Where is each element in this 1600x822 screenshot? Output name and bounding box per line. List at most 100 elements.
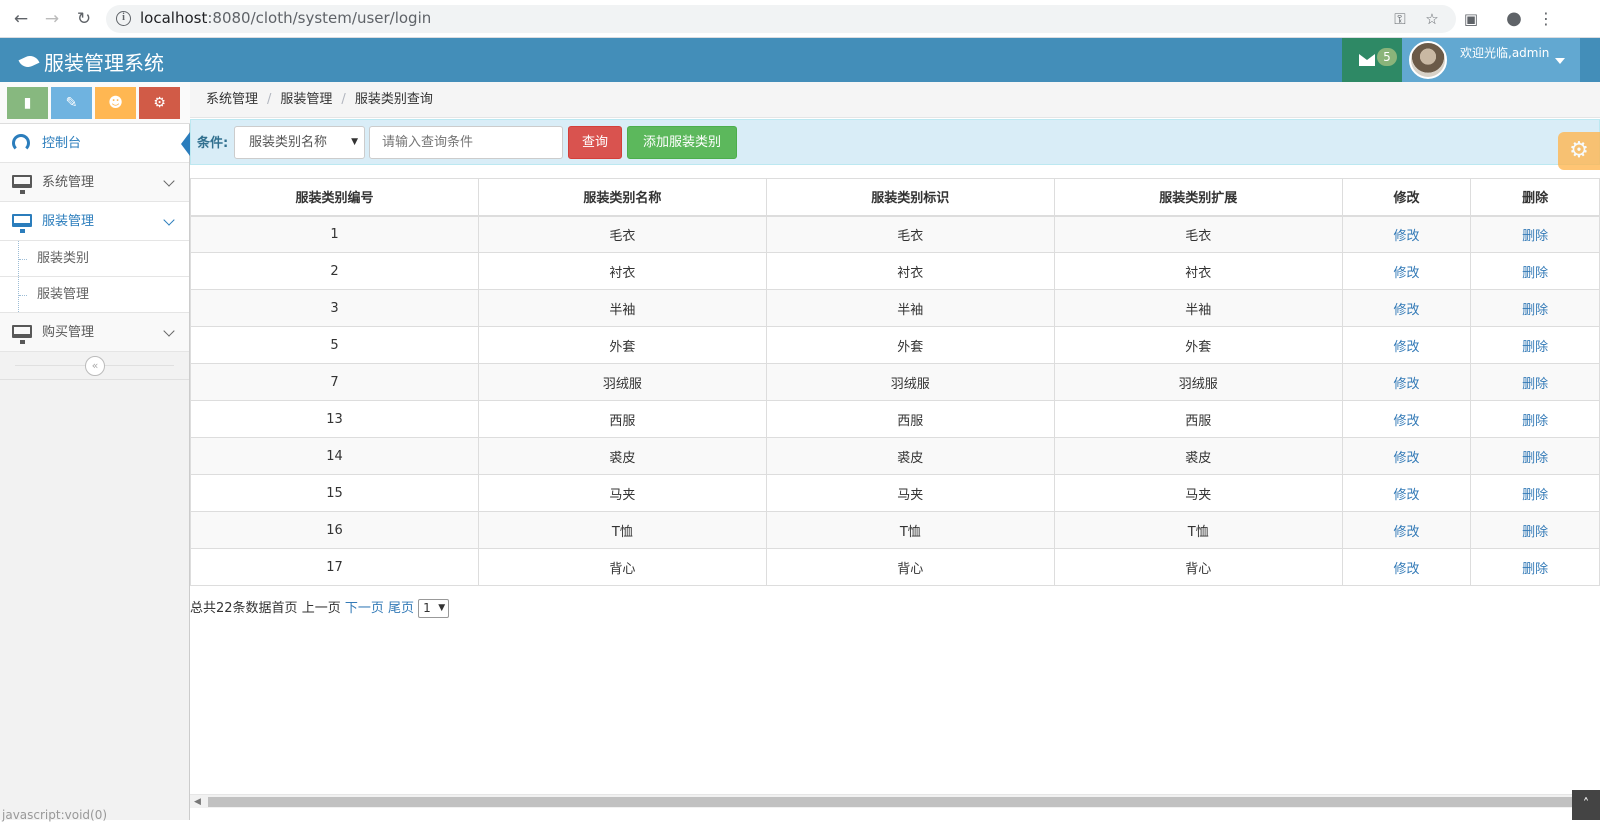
- users-icon[interactable]: ☻: [95, 87, 136, 119]
- breadcrumb-item[interactable]: 服装管理: [280, 92, 332, 107]
- key-icon[interactable]: ⚿: [1389, 8, 1411, 30]
- table-cell: 衬衣: [1053, 252, 1343, 290]
- edit-link[interactable]: 修改: [1394, 340, 1420, 355]
- edit-link[interactable]: 修改: [1394, 303, 1420, 318]
- settings-gear-icon[interactable]: ⚙: [1558, 132, 1600, 170]
- star-icon[interactable]: ☆: [1421, 8, 1443, 30]
- edit-link[interactable]: 修改: [1394, 229, 1420, 244]
- dropdown-arrow-icon: ▼: [351, 137, 358, 147]
- breadcrumb-item[interactable]: 系统管理: [206, 92, 258, 107]
- scroll-left-icon[interactable]: ◀: [194, 797, 201, 807]
- table-cell: 17: [190, 548, 479, 586]
- table-row: 3 半袖 半袖 半袖 修改 删除: [190, 289, 1600, 327]
- delete-link[interactable]: 删除: [1522, 340, 1548, 355]
- edit-link[interactable]: 修改: [1394, 525, 1420, 540]
- edit-link[interactable]: 修改: [1394, 414, 1420, 429]
- messages-button[interactable]: 5: [1342, 38, 1402, 82]
- back-icon[interactable]: ←: [11, 9, 31, 29]
- pager-first: 首页: [271, 601, 298, 616]
- pencil-icon[interactable]: ✎: [51, 87, 92, 119]
- reload-icon[interactable]: ↻: [74, 9, 94, 29]
- table-cell: 西服: [477, 400, 767, 438]
- search-input[interactable]: [369, 126, 563, 159]
- avatar: [1409, 41, 1447, 79]
- delete-link[interactable]: 删除: [1522, 303, 1548, 318]
- cogs-icon[interactable]: ⚙: [139, 87, 180, 119]
- delete-link[interactable]: 删除: [1522, 451, 1548, 466]
- delete-link[interactable]: 删除: [1522, 525, 1548, 540]
- sidebar-item-purchase[interactable]: 购买管理: [0, 313, 189, 352]
- address-bar[interactable]: i localhost:8080/cloth/system/user/login: [106, 5, 1456, 33]
- pager-last-link[interactable]: 尾页: [388, 601, 414, 616]
- sidebar-subitem-clothing[interactable]: 服装管理: [0, 277, 189, 313]
- breadcrumb-item: 服装类别查询: [354, 92, 433, 107]
- desktop-icon: [12, 175, 32, 194]
- extension-icon[interactable]: ▣: [1460, 8, 1482, 30]
- table-row: 14 裘皮 裘皮 裘皮 修改 删除: [190, 437, 1600, 475]
- active-indicator: [181, 132, 190, 156]
- table-cell: 3: [190, 289, 479, 327]
- column-header: 服装类别标识: [765, 178, 1055, 217]
- condition-select-value: 服装类别名称: [249, 135, 328, 150]
- table-cell: 1: [190, 215, 479, 253]
- brand[interactable]: 服装管理系统: [18, 47, 164, 76]
- table-cell: 13: [190, 400, 479, 438]
- table-cell: 修改: [1341, 252, 1472, 290]
- table-row: 13 西服 西服 西服 修改 删除: [190, 400, 1600, 438]
- delete-link[interactable]: 删除: [1522, 229, 1548, 244]
- delete-link[interactable]: 删除: [1522, 266, 1548, 281]
- table-cell: 羽绒服: [1053, 363, 1343, 401]
- scrollbar-thumb[interactable]: [208, 797, 1588, 807]
- table-cell: 衬衣: [765, 252, 1055, 290]
- edit-link[interactable]: 修改: [1394, 451, 1420, 466]
- pager-prev: 上一页: [301, 601, 341, 616]
- delete-link[interactable]: 删除: [1522, 562, 1548, 577]
- menu-icon[interactable]: ⋮: [1535, 8, 1557, 30]
- table-cell: 修改: [1341, 437, 1472, 475]
- chevron-down-icon: [163, 214, 175, 226]
- table-cell: 裘皮: [1053, 437, 1343, 475]
- browser-toolbar: ← → ↻ i localhost:8080/cloth/system/user…: [0, 0, 1600, 38]
- add-category-button[interactable]: 添加服装类别: [627, 126, 737, 159]
- pager-summary: 总共22条数据: [190, 601, 272, 616]
- sidebar-item-dashboard[interactable]: 控制台: [0, 124, 190, 163]
- table-cell: 马夹: [765, 474, 1055, 512]
- table-cell: 外套: [765, 326, 1055, 364]
- chevron-down-icon: [163, 325, 175, 337]
- condition-select[interactable]: 服装类别名称 ▼: [234, 126, 365, 159]
- page-select[interactable]: 1 ▼: [418, 599, 450, 618]
- table-cell: 半袖: [1053, 289, 1343, 327]
- sidebar-subitem-category[interactable]: 服装类别: [0, 241, 189, 277]
- query-button[interactable]: 查询: [568, 126, 622, 159]
- sidebar: ▮ ✎ ☻ ⚙ 控制台 系统管理 服装管理 服装类别 服装管理 购买管理 «: [0, 82, 190, 820]
- table-cell: T恤: [477, 511, 767, 549]
- pager-next-link[interactable]: 下一页: [345, 601, 384, 616]
- dashboard-icon: [12, 134, 30, 152]
- delete-link[interactable]: 删除: [1522, 414, 1548, 429]
- user-menu[interactable]: 欢迎光临,admin: [1402, 38, 1580, 82]
- info-icon[interactable]: i: [116, 11, 131, 26]
- edit-link[interactable]: 修改: [1394, 562, 1420, 577]
- delete-link[interactable]: 删除: [1522, 377, 1548, 392]
- table-cell: 半袖: [477, 289, 767, 327]
- horizontal-scrollbar[interactable]: ◀: [190, 794, 1600, 808]
- table-cell: 羽绒服: [477, 363, 767, 401]
- table-cell: 西服: [765, 400, 1055, 438]
- sidebar-item-clothing[interactable]: 服装管理: [0, 202, 189, 241]
- edit-link[interactable]: 修改: [1394, 377, 1420, 392]
- edit-link[interactable]: 修改: [1394, 266, 1420, 281]
- table-row: 17 背心 背心 背心 修改 删除: [190, 548, 1600, 586]
- table-cell: 马夹: [477, 474, 767, 512]
- forward-icon[interactable]: →: [42, 9, 62, 29]
- column-header: 服装类别名称: [477, 178, 767, 217]
- signal-icon[interactable]: ▮: [7, 87, 48, 119]
- brand-title: 服装管理系统: [44, 51, 164, 75]
- app-header: 服装管理系统 5 欢迎光临,admin: [0, 38, 1600, 82]
- double-left-icon[interactable]: «: [85, 356, 105, 376]
- account-icon[interactable]: ●: [1503, 8, 1525, 30]
- delete-link[interactable]: 删除: [1522, 488, 1548, 503]
- scroll-top-icon[interactable]: ˄: [1572, 790, 1600, 820]
- edit-link[interactable]: 修改: [1394, 488, 1420, 503]
- url-text[interactable]: localhost:8080/cloth/system/user/login: [140, 9, 431, 27]
- sidebar-item-system[interactable]: 系统管理: [0, 163, 189, 202]
